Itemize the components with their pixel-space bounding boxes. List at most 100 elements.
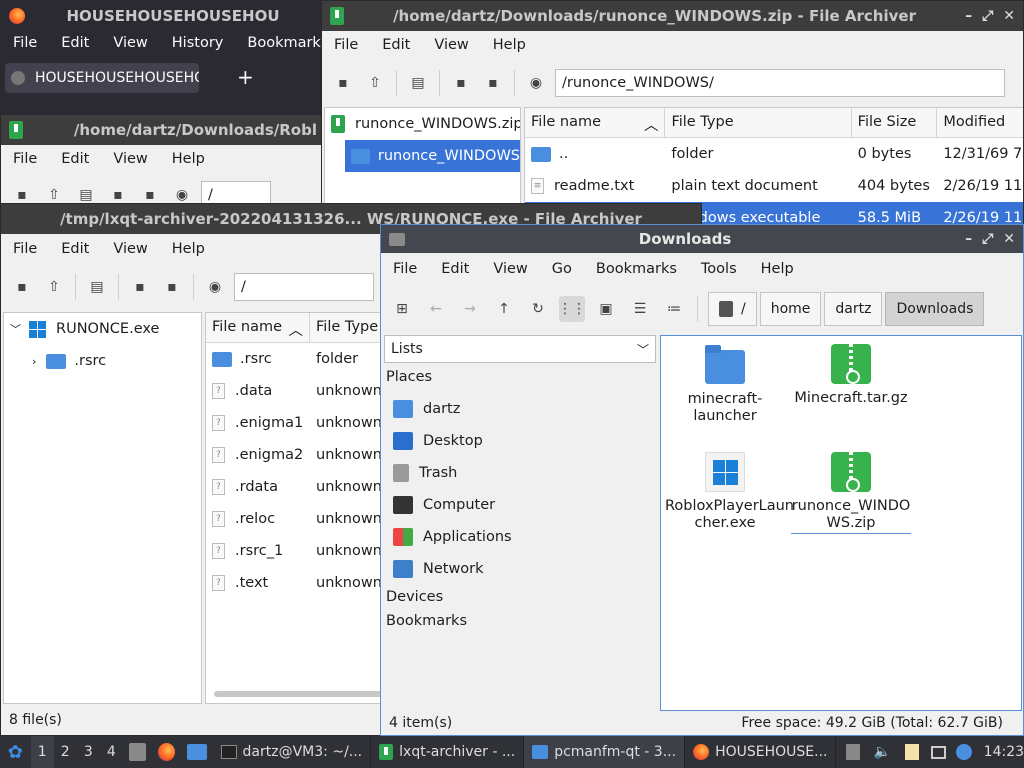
compact-view-icon[interactable]: ☰	[627, 296, 653, 322]
roblox-titlebar[interactable]: /home/dartz/Downloads/Robl	[1, 115, 321, 145]
bookmarks-header[interactable]: Bookmarks	[381, 613, 659, 637]
breadcrumb-root[interactable]: /	[708, 292, 757, 326]
thumbnail-view-icon[interactable]: ▣	[593, 296, 619, 322]
add-folder-icon[interactable]: ▪	[159, 274, 185, 300]
detailed-list-icon[interactable]: ≔	[661, 296, 687, 322]
file-runonce-windows-zip[interactable]: runonce_WINDO WS.zip	[791, 452, 911, 534]
tree-item-runonce-exe[interactable]: ﹀ RUNONCE.exe	[4, 313, 201, 345]
task-terminal[interactable]: dartz@VM3: ~/...	[213, 736, 372, 768]
add-file-icon[interactable]: ▪	[127, 274, 153, 300]
desktop-2[interactable]: 2	[54, 744, 77, 760]
clipboard-icon[interactable]	[905, 744, 919, 760]
volume-icon[interactable]: 🔈	[874, 744, 891, 760]
file-minecraft-launcher[interactable]: minecraft- launcher	[665, 344, 785, 425]
up-arrow-icon[interactable]: ↑	[491, 296, 517, 322]
close-button[interactable]: ✕	[1003, 8, 1015, 24]
expand-arrow-icon[interactable]: ›	[32, 355, 36, 368]
menu-file[interactable]: File	[1, 151, 49, 167]
archive-box-icon[interactable]: ▤	[84, 274, 110, 300]
menu-bookmarks[interactable]: Bookmarks	[235, 35, 321, 51]
breadcrumb-downloads[interactable]: Downloads	[885, 292, 985, 326]
menu-view[interactable]: View	[481, 261, 539, 277]
menu-file[interactable]: File	[1, 241, 49, 257]
place-trash[interactable]: Trash	[381, 457, 659, 489]
archive-box-icon[interactable]: ▤	[405, 70, 431, 96]
extract-icon[interactable]: ⇧	[41, 274, 67, 300]
forward-arrow-icon[interactable]: →	[457, 296, 483, 322]
file-roblox-player-launcher[interactable]: RobloxPlayerLaun cher.exe	[665, 452, 794, 532]
firefox-launcher-icon[interactable]	[158, 743, 176, 761]
col-file-name[interactable]: File name ︿	[206, 313, 310, 342]
folder-launcher-icon[interactable]	[187, 744, 207, 760]
menu-file[interactable]: File	[322, 37, 370, 53]
menu-file[interactable]: File	[1, 35, 49, 51]
icon-view-icon[interactable]: ⋮⋮	[558, 296, 586, 322]
task-pcmanfm[interactable]: pcmanfm-qt - 3...	[524, 736, 686, 768]
tree-item-rsrc[interactable]: › .rsrc	[4, 345, 201, 377]
menu-view[interactable]: View	[101, 35, 159, 51]
menu-history[interactable]: History	[160, 35, 236, 51]
menu-edit[interactable]: Edit	[49, 151, 101, 167]
add-folder-icon[interactable]: ▪	[480, 70, 506, 96]
col-modified[interactable]: Modified	[937, 108, 1023, 137]
start-menu-icon[interactable]: ✿	[0, 736, 31, 768]
minimize-button[interactable]: –	[965, 8, 972, 24]
exe-path-input[interactable]: /	[234, 273, 374, 301]
stop-icon[interactable]: ◉	[523, 70, 549, 96]
menu-edit[interactable]: Edit	[49, 241, 101, 257]
minimize-button[interactable]: –	[965, 231, 972, 247]
menu-view[interactable]: View	[101, 151, 159, 167]
breadcrumb-home[interactable]: home	[759, 292, 822, 326]
new-archive-icon[interactable]: ▪	[9, 274, 35, 300]
tray-app-icon[interactable]	[846, 744, 860, 760]
menu-help[interactable]: Help	[749, 261, 806, 277]
menu-bookmarks[interactable]: Bookmarks	[584, 261, 689, 277]
clock[interactable]: 14:23	[984, 744, 1024, 760]
breadcrumb-dartz[interactable]: dartz	[824, 292, 883, 326]
add-file-icon[interactable]: ▪	[448, 70, 474, 96]
place-computer[interactable]: Computer	[381, 489, 659, 521]
maximize-button[interactable]: ⤢	[982, 231, 993, 247]
place-dartz[interactable]: dartz	[381, 393, 659, 425]
menu-go[interactable]: Go	[540, 261, 584, 277]
task-lxqt-archiver[interactable]: lxqt-archiver - ...	[371, 736, 525, 768]
place-applications[interactable]: Applications	[381, 521, 659, 553]
tree-item-runonce-folder[interactable]: runonce_WINDOWS	[345, 140, 520, 172]
desktop-4[interactable]: 4	[100, 744, 123, 760]
file-manager-launcher-icon[interactable]	[128, 743, 147, 761]
zip-titlebar[interactable]: /home/dartz/Downloads/runonce_WINDOWS.zi…	[322, 1, 1023, 31]
menu-edit[interactable]: Edit	[370, 37, 422, 53]
col-file-size[interactable]: File Size	[852, 108, 938, 137]
new-tab-button[interactable]: +	[237, 65, 254, 89]
table-row[interactable]: .. folder 0 bytes 12/31/69 7:	[525, 138, 1023, 170]
desktop-1[interactable]: 1	[30, 736, 54, 768]
place-network[interactable]: Network	[381, 553, 659, 585]
firefox-tab[interactable]: HOUSEHOUSEHOUSEHOU	[5, 63, 199, 93]
extract-icon[interactable]: ⇧	[362, 70, 388, 96]
downloads-titlebar[interactable]: Downloads – ⤢ ✕	[381, 225, 1023, 253]
reload-icon[interactable]: ↻	[525, 296, 551, 322]
menu-help[interactable]: Help	[481, 37, 538, 53]
col-file-name[interactable]: File name ︿	[525, 108, 666, 137]
col-file-type[interactable]: File Type	[665, 108, 852, 137]
file-minecraft-tar-gz[interactable]: Minecraft.tar.gz	[791, 344, 911, 407]
menu-view[interactable]: View	[101, 241, 159, 257]
menu-help[interactable]: Help	[160, 241, 217, 257]
new-tab-icon[interactable]: ⊞	[389, 296, 415, 322]
update-icon[interactable]	[956, 744, 972, 760]
table-row[interactable]: ≡ readme.txt plain text document 404 byte…	[525, 170, 1023, 202]
place-desktop[interactable]: Desktop	[381, 425, 659, 457]
zip-path-input[interactable]: /runonce_WINDOWS/	[555, 69, 1005, 97]
menu-tools[interactable]: Tools	[689, 261, 749, 277]
menu-view[interactable]: View	[422, 37, 480, 53]
menu-file[interactable]: File	[381, 261, 429, 277]
tree-item-zip[interactable]: runonce_WINDOWS.zip	[325, 108, 520, 140]
close-button[interactable]: ✕	[1003, 231, 1015, 247]
task-firefox[interactable]: HOUSEHOUSE...	[685, 736, 837, 768]
maximize-button[interactable]: ⤢	[982, 8, 993, 24]
stop-icon[interactable]: ◉	[202, 274, 228, 300]
devices-header[interactable]: Devices	[381, 589, 659, 613]
new-archive-icon[interactable]: ▪	[330, 70, 356, 96]
firefox-titlebar[interactable]: HOUSEHOUSEHOUSEHOU	[1, 1, 321, 31]
desktop-3[interactable]: 3	[77, 744, 100, 760]
